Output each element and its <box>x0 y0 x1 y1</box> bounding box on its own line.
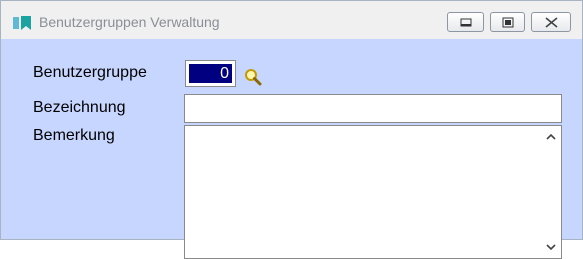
group-number-value: 0 <box>189 64 232 83</box>
chevron-up-icon[interactable] <box>544 130 558 144</box>
bookmark-icon <box>13 16 31 30</box>
user-groups-window: Benutzergruppen Verwaltung Benutzergrupp… <box>0 0 583 259</box>
chevron-down-icon[interactable] <box>544 240 558 254</box>
notes-scrollbar[interactable] <box>541 126 561 258</box>
search-icon[interactable] <box>244 68 262 86</box>
notes-label: Bemerkung <box>33 127 115 144</box>
group-number-field[interactable]: 0 <box>185 60 236 87</box>
maximize-icon <box>502 17 514 28</box>
minimize-button[interactable] <box>447 12 484 32</box>
maximize-button[interactable] <box>490 12 525 32</box>
description-field[interactable] <box>184 94 562 123</box>
minimize-icon <box>460 18 472 27</box>
form-area: Benutzergruppe 0 Bezeichnung Bemerkung <box>1 39 582 259</box>
window-title: Benutzergruppen Verwaltung <box>39 14 220 30</box>
description-label: Bezeichnung <box>33 99 126 116</box>
notes-textarea[interactable] <box>184 125 562 259</box>
close-icon <box>545 17 558 28</box>
title-bar[interactable]: Benutzergruppen Verwaltung <box>1 1 582 39</box>
close-button[interactable] <box>531 12 571 32</box>
group-label: Benutzergruppe <box>33 64 147 81</box>
